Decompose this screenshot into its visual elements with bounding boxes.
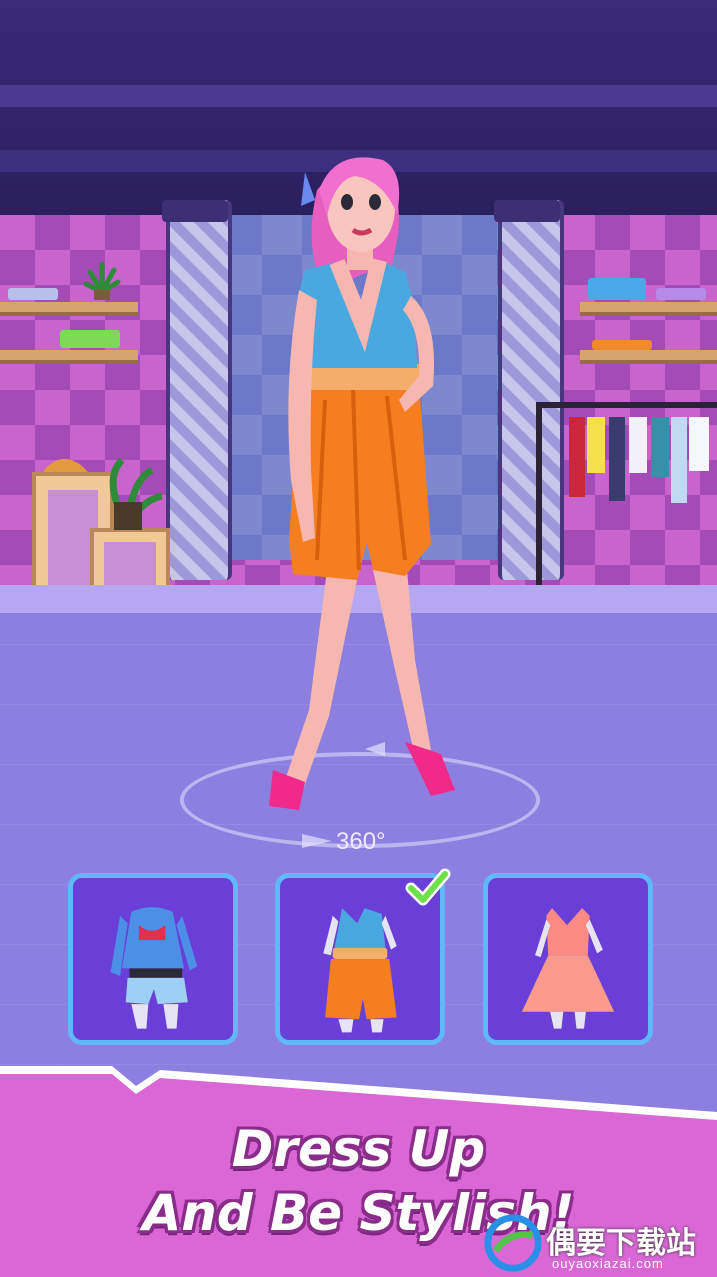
game-scene: 360° Dress Up And Be Stylish! 偶要下载站 ouya… — [0, 0, 717, 1277]
watermark: 偶要下载站 ouyaoxiazai.com — [480, 1210, 717, 1277]
outfit-card-3[interactable] — [483, 873, 653, 1045]
outfit-denim-icon — [110, 907, 198, 1029]
shelf — [0, 302, 138, 316]
folded-clothes — [592, 340, 652, 350]
plant-icon — [82, 261, 122, 300]
shelf — [580, 350, 717, 364]
outfit-card-1[interactable] — [68, 873, 238, 1045]
shelf — [0, 350, 138, 364]
folded-clothes — [60, 330, 120, 348]
watermark-url: ouyaoxiazai.com — [552, 1256, 664, 1271]
rotate-arrow-icon — [296, 830, 340, 852]
banner-title-line1: Dress Up — [231, 1120, 486, 1178]
ceiling-beam — [0, 85, 717, 107]
outfit-coral-dress-icon — [521, 908, 615, 1029]
character-model[interactable] — [255, 150, 485, 820]
pillar-cap — [162, 200, 228, 222]
folded-clothes — [588, 278, 646, 300]
display-stand — [32, 440, 172, 600]
pillar-cap — [494, 200, 560, 222]
rotate-label: 360° — [336, 828, 386, 855]
clothes-rack — [525, 395, 717, 595]
shelf — [580, 302, 717, 316]
pillar-left — [166, 200, 232, 580]
watermark-logo-icon — [484, 1214, 542, 1272]
check-icon — [405, 868, 451, 908]
folded-clothes — [8, 288, 58, 300]
folded-clothes — [656, 288, 706, 300]
